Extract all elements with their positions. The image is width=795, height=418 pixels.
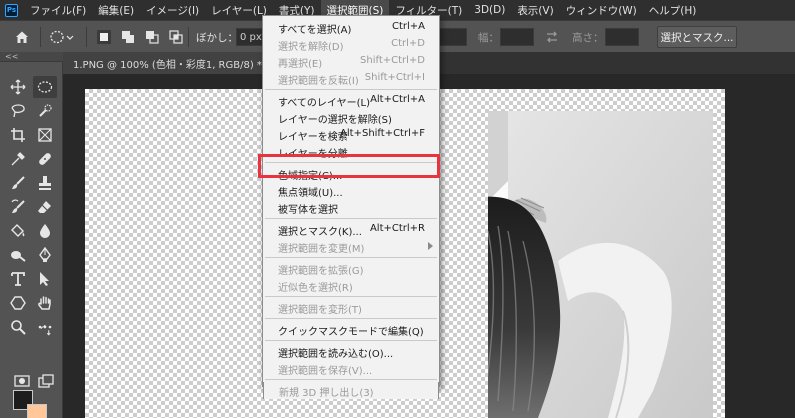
menu-separator [265, 296, 437, 297]
blur-icon[interactable] [33, 220, 57, 242]
menuitem-deselect[interactable]: 選択を解除(D) Ctrl+D [263, 36, 439, 53]
intersect-selection-icon[interactable] [168, 29, 184, 45]
swap-colors-icon[interactable] [38, 324, 52, 338]
menu-separator [265, 340, 437, 341]
bucket-icon[interactable] [6, 220, 30, 242]
menu-separator [265, 379, 437, 380]
dodge-icon[interactable] [6, 244, 30, 266]
menuitem-load-selection[interactable]: 選択範囲を読み込む(O)... [263, 343, 439, 360]
toolbar-collapse-handle[interactable]: << [0, 52, 63, 62]
photoshop-logo-icon[interactable]: Ps [5, 3, 18, 17]
screen-mode-icon[interactable] [34, 370, 58, 392]
crop-icon[interactable] [6, 124, 30, 146]
eraser-icon[interactable] [33, 196, 57, 218]
woman-photo-image [488, 111, 713, 418]
swap-dimensions-icon[interactable] [544, 29, 560, 45]
elliptical-marquee-preset-icon[interactable] [48, 29, 74, 45]
feather-input[interactable]: 0 px [236, 28, 264, 46]
menuitem-save-selection[interactable]: 選択範囲を保存(V)... [263, 360, 439, 377]
eyedropper-icon[interactable] [6, 148, 30, 170]
menuitem-find-layers[interactable]: レイヤーを検索 Alt+Shift+Ctrl+F [263, 126, 439, 143]
stamp-icon[interactable] [33, 172, 57, 194]
menuitem-modify[interactable]: 選択範囲を変更(M) [263, 238, 439, 255]
width-label: 幅： [478, 31, 499, 44]
menu-window[interactable]: ウィンドウ(W) [560, 0, 643, 20]
menu-3d[interactable]: 3D(D) [468, 0, 511, 20]
height-input[interactable] [605, 28, 639, 46]
width-input[interactable] [500, 28, 534, 46]
menu-separator [265, 218, 437, 219]
background-color-swatch[interactable] [27, 404, 47, 418]
menuitem-all-layers[interactable]: すべてのレイヤー(L) Alt+Ctrl+A [263, 92, 439, 109]
document-tab-title: 1.PNG @ 100% (色相・彩度1, RGB/8) * [73, 59, 262, 71]
menu-file[interactable]: ファイル(F) [24, 0, 92, 20]
menuitem-similar[interactable]: 近似色を選択(R) [263, 277, 439, 294]
add-to-selection-icon[interactable] [120, 29, 136, 45]
shape-icon[interactable] [6, 292, 30, 314]
tools-panel [0, 62, 63, 418]
frame-icon[interactable] [33, 124, 57, 146]
quickmask-icon[interactable] [10, 370, 34, 392]
path-select-icon[interactable] [33, 268, 57, 290]
new-selection-icon[interactable] [96, 29, 112, 45]
home-icon[interactable] [14, 29, 30, 45]
menu-separator [265, 257, 437, 258]
pen-icon[interactable] [33, 244, 57, 266]
divider [40, 27, 41, 47]
menuitem-reselect[interactable]: 再選択(E) Shift+Ctrl+D [263, 53, 439, 70]
menu-separator [265, 318, 437, 319]
subtract-from-selection-icon[interactable] [144, 29, 160, 45]
submenu-arrow-icon [428, 242, 433, 250]
healing-icon[interactable] [33, 148, 57, 170]
menuitem-grow[interactable]: 選択範囲を拡張(G) [263, 260, 439, 277]
hand-icon[interactable] [33, 292, 57, 314]
divider [188, 27, 189, 47]
divider [86, 27, 87, 47]
menuitem-select-and-mask[interactable]: 選択とマスク(K)... Alt+Ctrl+R [263, 221, 439, 238]
menuitem-new-3d-extrusion[interactable]: 新規 3D 押し出し(3) [263, 382, 439, 399]
highlight-annotation-box [258, 154, 440, 178]
zoom-icon[interactable] [6, 316, 30, 338]
menu-separator [265, 89, 437, 90]
menuitem-inverse[interactable]: 選択範囲を反転(I) Shift+Ctrl+I [263, 70, 439, 87]
menuitem-focus-area[interactable]: 焦点領域(U)... [263, 182, 439, 199]
menuitem-transform-selection[interactable]: 選択範囲を変形(T) [263, 299, 439, 316]
marquee-icon[interactable] [33, 76, 57, 98]
brush-icon[interactable] [6, 172, 30, 194]
lasso-icon[interactable] [6, 100, 30, 122]
menu-edit[interactable]: 編集(E) [92, 0, 140, 20]
menu-help[interactable]: ヘルプ(H) [643, 0, 703, 20]
photo-layer[interactable] [488, 111, 713, 418]
menuitem-select-all[interactable]: すべてを選択(A) Ctrl+A [263, 19, 439, 36]
menuitem-select-subject[interactable]: 被写体を選択 [263, 199, 439, 216]
move-icon[interactable] [6, 76, 30, 98]
select-menu-dropdown: すべてを選択(A) Ctrl+A 選択を解除(D) Ctrl+D 再選択(E) … [262, 15, 440, 387]
feather-label: ぼかし： [196, 31, 238, 44]
height-label: 高さ： [572, 31, 604, 44]
style-select[interactable] [437, 28, 467, 46]
quick-select-icon[interactable] [33, 100, 57, 122]
menuitem-quick-mask[interactable]: クイックマスクモードで編集(Q) [263, 321, 439, 338]
type-icon[interactable] [6, 268, 30, 290]
menu-image[interactable]: イメージ(I) [140, 0, 205, 20]
history-brush-icon[interactable] [6, 196, 30, 218]
menuitem-deselect-layers[interactable]: レイヤーの選択を解除(S) [263, 109, 439, 126]
select-and-mask-button[interactable]: 選択とマスク... [657, 26, 737, 48]
menu-view[interactable]: 表示(V) [511, 0, 559, 20]
